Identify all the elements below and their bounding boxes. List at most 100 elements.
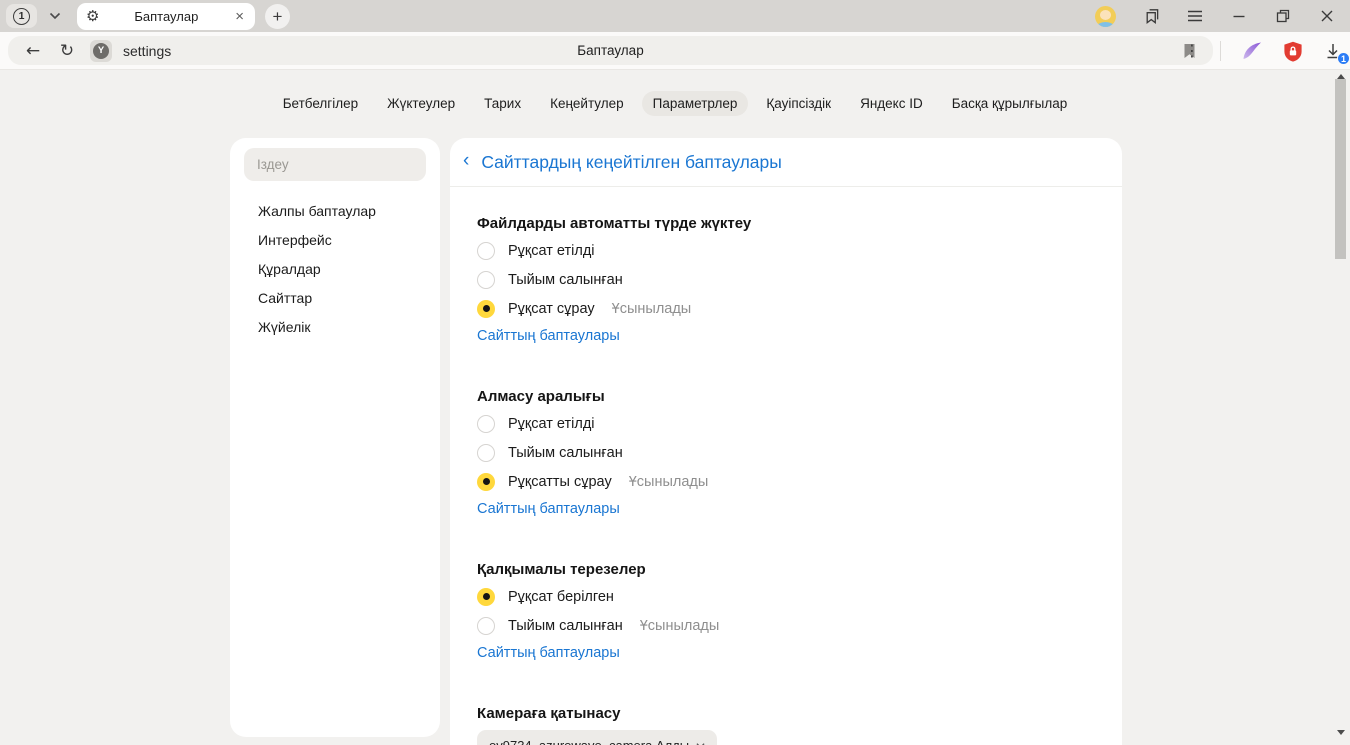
radio-group: Рұқсат етілді Тыйым салынған Рұқсат сұра… bbox=[477, 236, 1095, 323]
tab-downloads[interactable]: Жүктеулер bbox=[376, 91, 466, 116]
radio-option[interactable]: Рұқсат етілді bbox=[477, 409, 1095, 438]
back-button[interactable]: ← bbox=[16, 41, 50, 61]
radio-selected-icon[interactable] bbox=[477, 473, 495, 491]
radio-icon[interactable] bbox=[477, 271, 495, 289]
chevron-down-icon bbox=[696, 742, 705, 745]
scroll-down-arrow-icon[interactable] bbox=[1337, 730, 1345, 735]
radio-label: Рұқсат берілген bbox=[508, 589, 614, 605]
section-heading: Камераға қатынасу bbox=[477, 704, 1095, 724]
header-divider bbox=[450, 186, 1122, 187]
omnibox-page-title: Баптаулар bbox=[577, 36, 643, 65]
yandex-logo-icon: Y bbox=[93, 43, 109, 59]
tab-other-devices[interactable]: Басқа құрылғылар bbox=[941, 91, 1079, 116]
hamburger-icon bbox=[1187, 9, 1203, 23]
url-text[interactable]: settings bbox=[123, 43, 171, 59]
tab-counter-value: 1 bbox=[13, 8, 30, 25]
radio-selected-icon[interactable] bbox=[477, 300, 495, 318]
scrollbar-thumb[interactable] bbox=[1335, 79, 1346, 259]
settings-page: Бетбелгілер Жүктеулер Тарих Кеңейтулер П… bbox=[0, 70, 1350, 745]
section-popups: Қалқымалы терезелер Рұқсат берілген Тыйы… bbox=[477, 560, 1095, 663]
page-header[interactable]: ‹ Сайттардың кеңейтілген баптаулары bbox=[450, 138, 1122, 186]
downloads-button[interactable]: 1 bbox=[1323, 40, 1343, 62]
radio-icon[interactable] bbox=[477, 242, 495, 260]
radio-icon[interactable] bbox=[477, 415, 495, 433]
tab-list-chevron-button[interactable] bbox=[41, 4, 69, 28]
reload-button[interactable]: ↻ bbox=[50, 41, 84, 61]
profile-avatar[interactable] bbox=[1095, 6, 1116, 27]
minimize-button[interactable] bbox=[1230, 7, 1248, 25]
radio-label: Тыйым салынған bbox=[508, 272, 623, 288]
radio-label: Тыйым салынған bbox=[508, 618, 623, 634]
sidebar-item-interface[interactable]: Интерфейс bbox=[258, 225, 430, 254]
toolbar-extensions: ⋮ 1 bbox=[1184, 32, 1343, 70]
tab-yandex-id[interactable]: Яндекс ID bbox=[849, 91, 934, 116]
site-settings-link[interactable]: Сайттың баптаулары bbox=[477, 643, 620, 663]
protect-button[interactable] bbox=[1283, 41, 1303, 62]
tab-title: Баптаулар bbox=[99, 9, 233, 24]
restore-icon bbox=[1276, 9, 1290, 23]
tab-settings[interactable]: Параметрлер bbox=[642, 91, 749, 116]
radio-label: Рұқсатты сұрау bbox=[508, 474, 612, 490]
window-controls bbox=[1095, 6, 1336, 27]
back-chevron-icon[interactable]: ‹ bbox=[463, 150, 469, 172]
section-heading: Қалқымалы терезелер bbox=[477, 560, 1095, 580]
radio-label: Рұқсат етілді bbox=[508, 243, 595, 259]
site-settings-link[interactable]: Сайттың баптаулары bbox=[477, 499, 620, 519]
radio-label: Рұқсат етілді bbox=[508, 416, 595, 432]
sidebar-item-general[interactable]: Жалпы баптаулар bbox=[258, 196, 430, 225]
radio-option[interactable]: Рұқсатты сұрау Ұсынылады bbox=[477, 467, 1095, 496]
browser-toolbar: ← ↻ Y settings Баптаулар ⋮ bbox=[0, 32, 1350, 70]
radio-icon[interactable] bbox=[477, 444, 495, 462]
site-settings-link[interactable]: Сайттың баптаулары bbox=[477, 326, 620, 346]
section-heading: Алмасу аралығы bbox=[477, 387, 1095, 407]
sidebar-item-sites[interactable]: Сайттар bbox=[258, 283, 430, 312]
tab-extensions[interactable]: Кеңейтулер bbox=[539, 91, 635, 116]
download-count-badge: 1 bbox=[1337, 52, 1350, 65]
new-tab-button[interactable]: + bbox=[265, 4, 290, 29]
recommended-badge: Ұсынылады bbox=[629, 474, 709, 490]
radio-option[interactable]: Рұқсат берілген bbox=[477, 582, 1095, 611]
radio-selected-icon[interactable] bbox=[477, 588, 495, 606]
section-heading: Файлдарды автоматты түрде жүктеу bbox=[477, 214, 1095, 234]
address-bar[interactable]: ← ↻ Y settings Баптаулар bbox=[8, 36, 1213, 65]
section-clipboard: Алмасу аралығы Рұқсат етілді Тыйым салын… bbox=[477, 387, 1095, 519]
tab-security[interactable]: Қауіпсіздік bbox=[755, 91, 842, 116]
gear-icon: ⚙ bbox=[86, 9, 99, 24]
sidebar-item-system[interactable]: Жүйелік bbox=[258, 312, 430, 341]
browser-tab-settings[interactable]: ⚙ Баптаулар × bbox=[77, 3, 255, 30]
bookmarks-icon bbox=[1142, 7, 1160, 25]
sidebar-item-tools[interactable]: Құралдар bbox=[258, 254, 430, 283]
tab-close-icon[interactable]: × bbox=[233, 9, 246, 24]
site-favicon: Y bbox=[90, 40, 112, 62]
radio-option[interactable]: Тыйым салынған bbox=[477, 438, 1095, 467]
settings-sidebar: Жалпы баптаулар Интерфейс Құралдар Сайтт… bbox=[230, 138, 440, 737]
tab-history[interactable]: Тарих bbox=[473, 91, 532, 116]
sidebar-items: Жалпы баптаулар Интерфейс Құралдар Сайтт… bbox=[258, 196, 430, 341]
settings-nav-tabs: Бетбелгілер Жүктеулер Тарих Кеңейтулер П… bbox=[0, 91, 1350, 116]
feather-extension-button[interactable] bbox=[1241, 41, 1263, 61]
radio-option[interactable]: Рұқсат сұрау Ұсынылады bbox=[477, 294, 1095, 323]
close-icon bbox=[1320, 9, 1334, 23]
toolbar-overflow-button[interactable]: ⋮ bbox=[1184, 41, 1200, 61]
browser-menu-button[interactable] bbox=[1186, 7, 1204, 25]
camera-select[interactable]: ov9734_azurewave_camera Алдыңғы bbox=[477, 730, 717, 745]
radio-icon[interactable] bbox=[477, 617, 495, 635]
recommended-badge: Ұсынылады bbox=[640, 618, 720, 634]
toolbar-separator bbox=[1220, 41, 1221, 61]
restore-button[interactable] bbox=[1274, 7, 1292, 25]
search-input[interactable] bbox=[244, 148, 426, 181]
section-camera-access: Камераға қатынасу ov9734_azurewave_camer… bbox=[477, 704, 1095, 745]
page-scrollbar[interactable] bbox=[1334, 70, 1348, 745]
settings-sections: Файлдарды автоматты түрде жүктеу Рұқсат … bbox=[450, 214, 1122, 745]
radio-option[interactable]: Тыйым салынған Ұсынылады bbox=[477, 611, 1095, 640]
tab-counter-button[interactable]: 1 bbox=[6, 4, 37, 28]
shield-lock-icon bbox=[1283, 41, 1303, 62]
close-window-button[interactable] bbox=[1318, 7, 1336, 25]
radio-option[interactable]: Тыйым салынған bbox=[477, 265, 1095, 294]
radio-label: Тыйым салынған bbox=[508, 445, 623, 461]
collections-button[interactable] bbox=[1142, 7, 1160, 25]
tab-bookmarks[interactable]: Бетбелгілер bbox=[272, 91, 369, 116]
page-title: Сайттардың кеңейтілген баптаулары bbox=[481, 152, 782, 173]
radio-option[interactable]: Рұқсат етілді bbox=[477, 236, 1095, 265]
radio-group: Рұқсат берілген Тыйым салынған Ұсынылады bbox=[477, 582, 1095, 640]
